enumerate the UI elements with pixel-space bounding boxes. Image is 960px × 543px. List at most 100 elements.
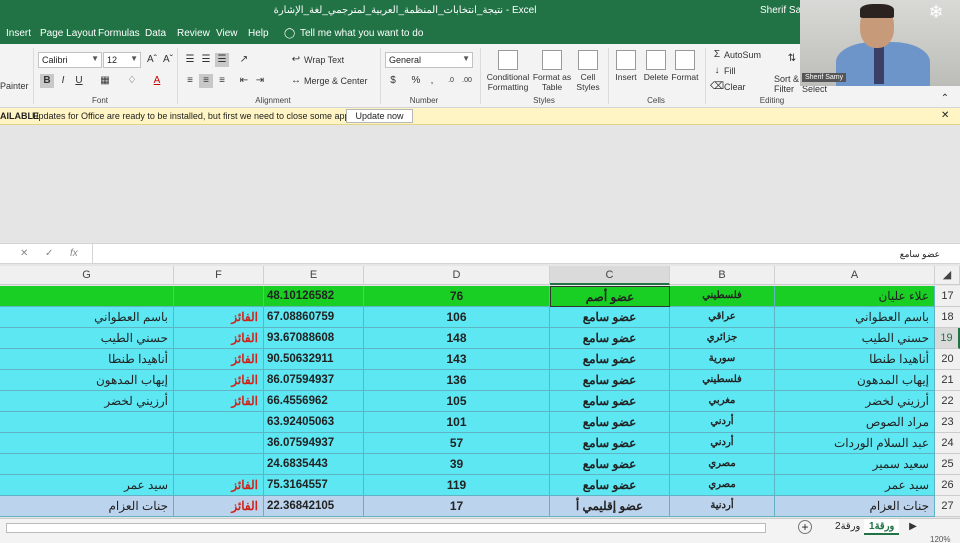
borders-icon[interactable]: ▦ (98, 74, 112, 88)
cell-b[interactable]: جزائري (670, 328, 775, 349)
cell-a[interactable]: سعيد سمير (775, 454, 935, 475)
column-header-g[interactable]: G (0, 266, 174, 285)
cell-g[interactable] (0, 286, 174, 307)
cell-a[interactable]: باسم العطواني (775, 307, 935, 328)
cell-f[interactable]: الفائز (174, 328, 264, 349)
cell-g[interactable]: جنات العزام (0, 496, 174, 517)
cell-c[interactable]: عضو سامع (550, 391, 670, 412)
collapse-ribbon-icon[interactable]: ⌃ (938, 92, 952, 106)
cell-c[interactable]: عضو سامع (550, 349, 670, 370)
function-icon[interactable]: fx (70, 248, 78, 259)
cell-b[interactable]: أردنية (670, 496, 775, 517)
cell-g[interactable]: حسني الطيب (0, 328, 174, 349)
add-sheet-icon[interactable]: + (798, 520, 812, 534)
cell-a[interactable]: سيد عمر (775, 475, 935, 496)
cell-g[interactable]: أرزيني لخضر (0, 391, 174, 412)
sheet-tab-2[interactable]: ورقة2 (830, 519, 865, 535)
font-size-box[interactable]: 12 ▼ (103, 52, 141, 68)
cell-c[interactable]: عضو سامع (550, 370, 670, 391)
insert-cells-button[interactable]: Insert (612, 50, 640, 82)
cancel-icon[interactable]: ✕ (20, 248, 28, 259)
close-icon[interactable]: ✕ (941, 110, 949, 121)
cell-e[interactable]: 90.50632911 (264, 349, 364, 370)
grow-font-icon[interactable]: Aˆ (145, 53, 159, 67)
align-right-icon[interactable]: ≡ (215, 74, 229, 88)
bold-icon[interactable]: B (40, 74, 54, 88)
cell-e[interactable]: 22.36842105 (264, 496, 364, 517)
row-header[interactable]: 21 (935, 370, 960, 391)
cell-b[interactable]: مصري (670, 475, 775, 496)
sort-filter-button[interactable]: Sort & Filter (774, 74, 802, 94)
clear-button[interactable]: Clear (724, 82, 746, 92)
column-header-c[interactable]: C (550, 266, 670, 285)
align-center-icon[interactable]: ≡ (199, 74, 213, 88)
cell-f[interactable] (174, 412, 264, 433)
cell-c[interactable]: عضو أصم (550, 286, 670, 307)
column-header-e[interactable]: E (264, 266, 364, 285)
row-header[interactable]: 17 (935, 286, 960, 307)
align-left-icon[interactable]: ≡ (183, 74, 197, 88)
cell-b[interactable]: فلسطيني (670, 370, 775, 391)
cell-d[interactable]: 39 (364, 454, 550, 475)
cell-b[interactable]: فلسطيني (670, 286, 775, 307)
tell-me-box[interactable]: Tell me what you want to do (300, 28, 423, 39)
cell-g[interactable]: إيهاب المدهون (0, 370, 174, 391)
cell-e[interactable]: 75.3164557 (264, 475, 364, 496)
tab-insert[interactable]: Insert (6, 28, 31, 39)
cell-a[interactable]: علاء عليان (775, 286, 935, 307)
cell-c[interactable]: عضو سامع (550, 412, 670, 433)
column-header-d[interactable]: D (364, 266, 550, 285)
cell-e[interactable]: 48.10126582 (264, 286, 364, 307)
cell-f[interactable] (174, 286, 264, 307)
cell-g[interactable]: سيد عمر (0, 475, 174, 496)
cell-g[interactable]: باسم العطواني (0, 307, 174, 328)
enter-icon[interactable]: ✓ (45, 248, 53, 259)
increase-decimal-icon[interactable]: .0 (444, 74, 458, 88)
cell-a[interactable]: أرزيني لخضر (775, 391, 935, 412)
column-header-a[interactable]: A (775, 266, 935, 285)
row-header[interactable]: 27 (935, 496, 960, 517)
cell-a[interactable]: حسني الطيب (775, 328, 935, 349)
tab-data[interactable]: Data (145, 28, 166, 39)
tab-help[interactable]: Help (248, 28, 269, 39)
cell-g[interactable] (0, 412, 174, 433)
increase-indent-icon[interactable]: ⇥ (253, 74, 267, 88)
row-header[interactable]: 26 (935, 475, 960, 496)
cell-c[interactable]: عضو إقليمي أ (550, 496, 670, 517)
cell-f[interactable]: الفائز (174, 307, 264, 328)
sheet-tab-1[interactable]: ورقة1 (864, 519, 900, 535)
cell-d[interactable]: 101 (364, 412, 550, 433)
cell-styles-button[interactable]: Cell Styles (572, 50, 604, 92)
merge-center-button[interactable]: Merge & Center (304, 76, 368, 86)
cell-f[interactable] (174, 454, 264, 475)
cell-e[interactable]: 63.92405063 (264, 412, 364, 433)
format-painter-button[interactable]: Painter (0, 81, 29, 91)
comma-style-icon[interactable]: ‚ (425, 74, 439, 88)
row-header[interactable]: 24 (935, 433, 960, 454)
formula-input[interactable]: عضو سامع (92, 244, 948, 264)
select-all-corner[interactable]: ◢ (935, 266, 960, 285)
autosum-button[interactable]: AutoSum (724, 50, 761, 60)
cell-f[interactable] (174, 433, 264, 454)
cell-b[interactable]: سورية (670, 349, 775, 370)
row-header[interactable]: 22 (935, 391, 960, 412)
column-header-b[interactable]: B (670, 266, 775, 285)
cell-d[interactable]: 143 (364, 349, 550, 370)
cell-c[interactable]: عضو سامع (550, 475, 670, 496)
tab-page-layout[interactable]: Page Layout (40, 28, 96, 39)
cell-c[interactable]: عضو سامع (550, 307, 670, 328)
delete-cells-button[interactable]: Delete (642, 50, 670, 82)
font-color-icon[interactable]: A (150, 74, 164, 88)
row-header[interactable]: 23 (935, 412, 960, 433)
cell-d[interactable]: 136 (364, 370, 550, 391)
cell-g[interactable]: أناهيدا طنطا (0, 349, 174, 370)
wrap-text-button[interactable]: Wrap Text (304, 55, 344, 65)
font-name-box[interactable]: Calibri ▼ (38, 52, 102, 68)
row-header[interactable]: 19 (935, 328, 960, 349)
align-middle-icon[interactable]: ☰ (199, 53, 213, 67)
cell-a[interactable]: إيهاب المدهون (775, 370, 935, 391)
cell-e[interactable]: 67.08860759 (264, 307, 364, 328)
percent-icon[interactable]: % (409, 74, 423, 88)
cell-b[interactable]: مغربي (670, 391, 775, 412)
fill-color-icon[interactable]: ♢ (125, 74, 139, 88)
